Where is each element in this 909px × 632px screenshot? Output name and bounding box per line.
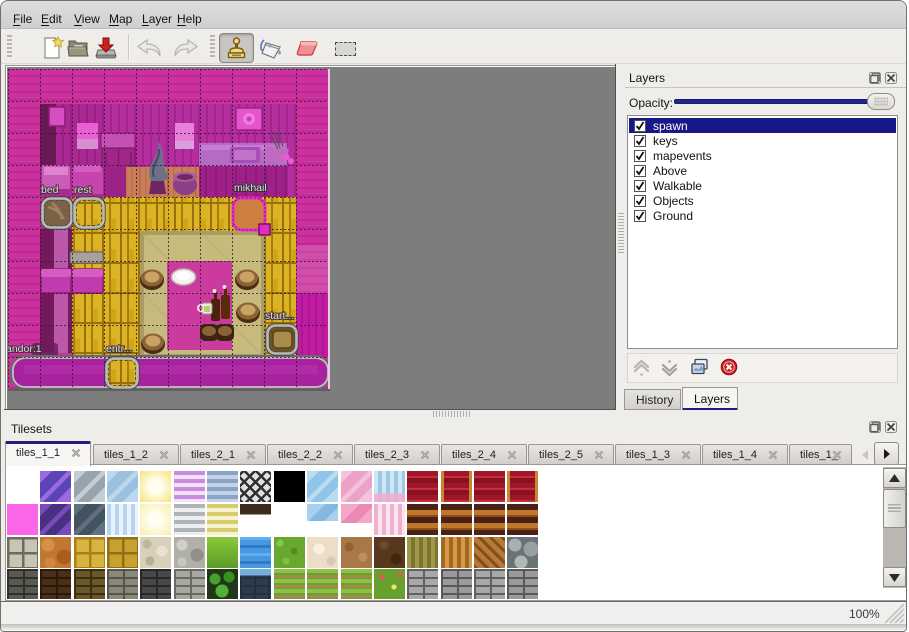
svg-text:bed: bed — [41, 184, 59, 196]
svg-text:rest: rest — [74, 184, 92, 196]
svg-text:andor:1: andor:1 — [8, 343, 42, 355]
svg-text:start...: start... — [265, 310, 294, 322]
svg-text:entr...: entr... — [106, 343, 132, 355]
svg-text:mikhail: mikhail — [234, 182, 267, 194]
